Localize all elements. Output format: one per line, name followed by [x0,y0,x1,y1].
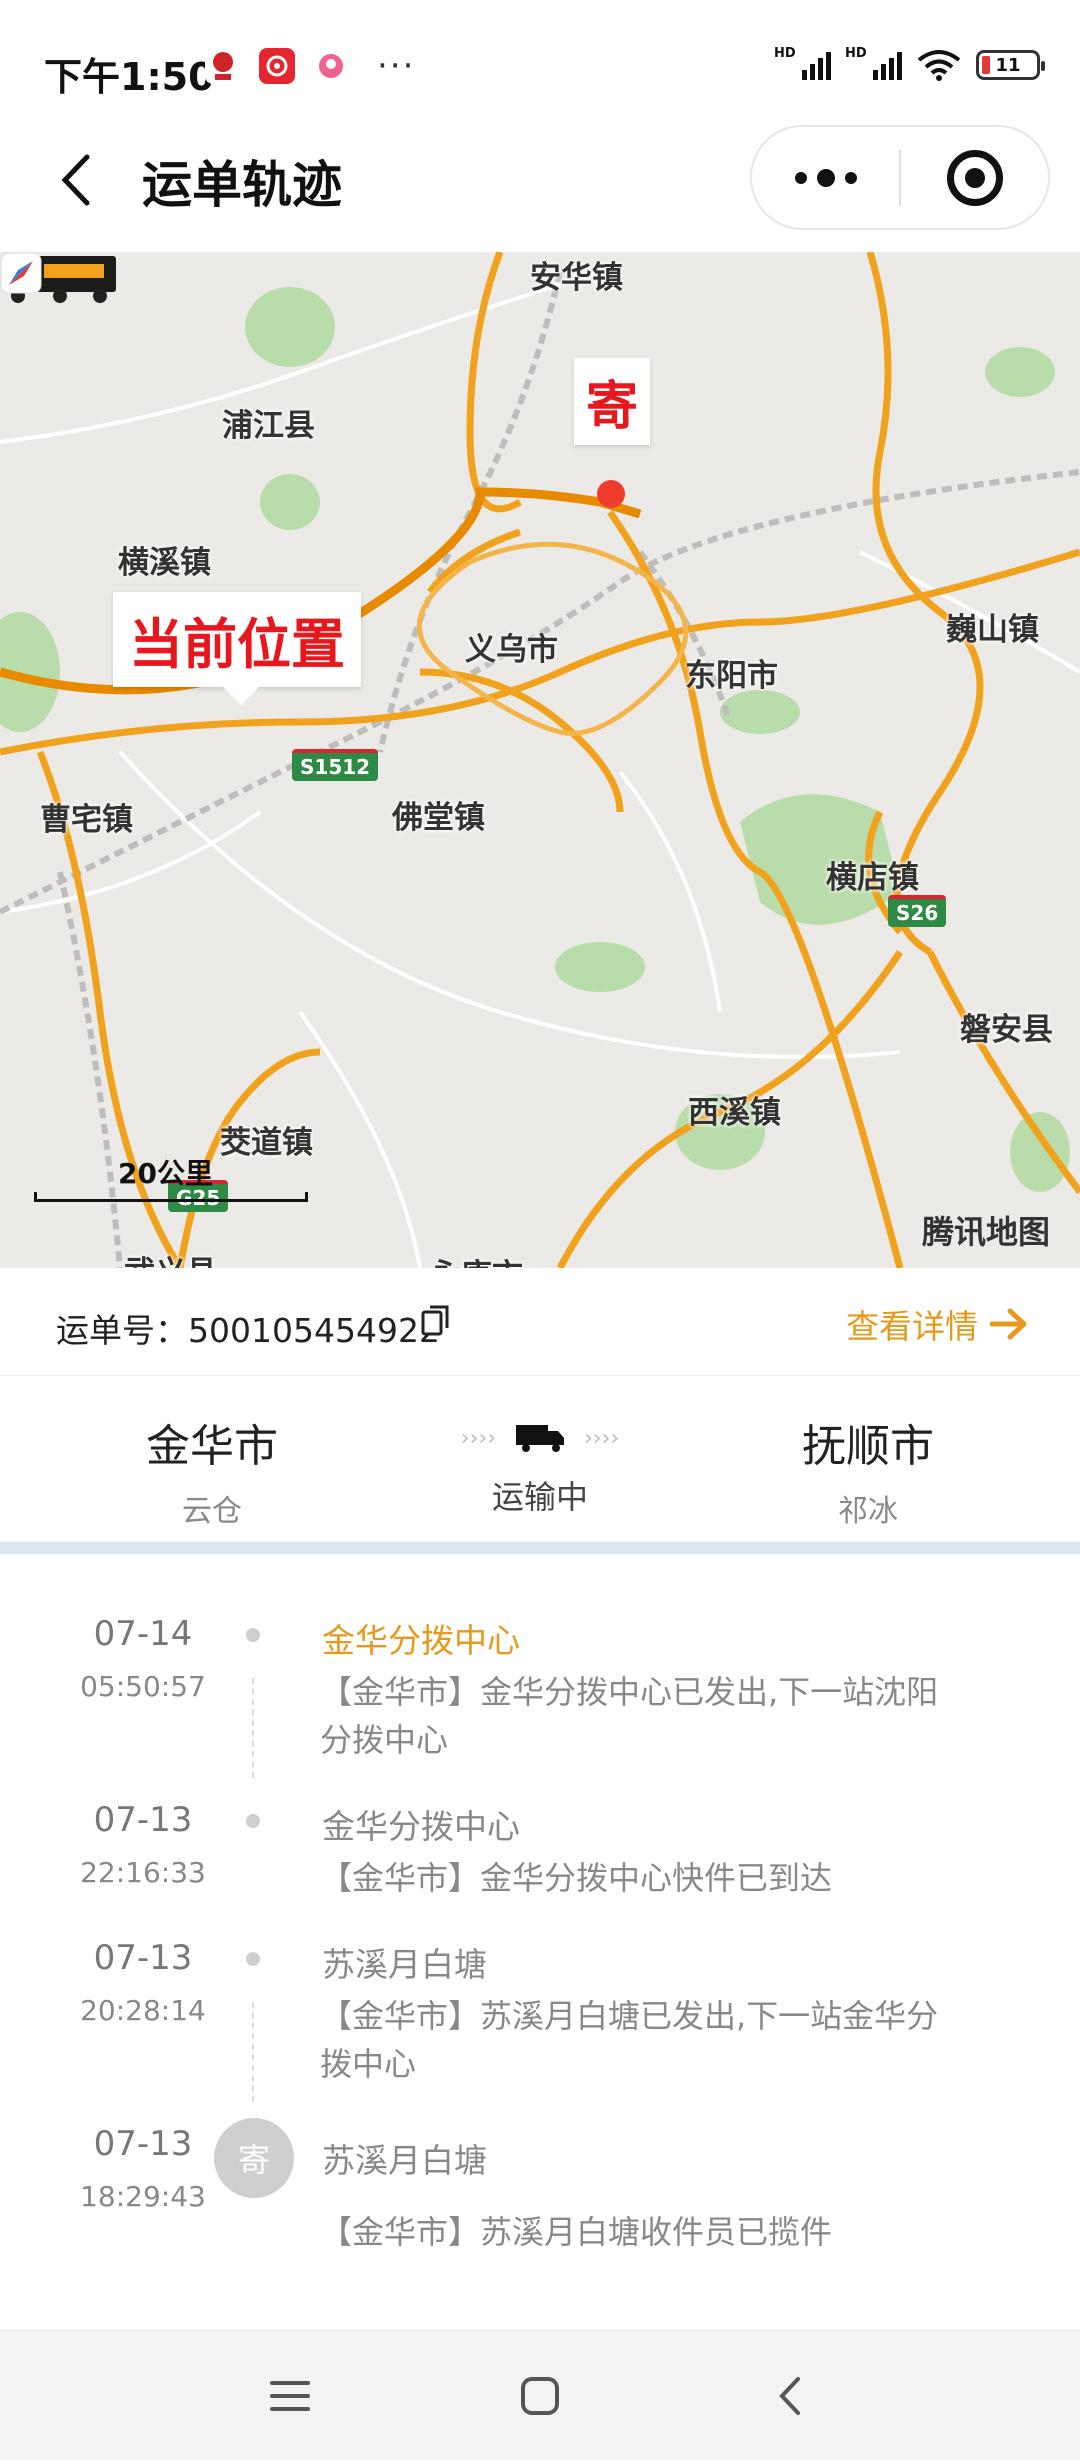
send-location-label: 寄 [574,358,651,445]
target-icon [946,149,1003,206]
timeline-date: 07-13 [93,2124,193,2164]
timeline-time: 22:16:33 [80,1856,206,1889]
timeline-title: 金华分拨中心 [322,1621,520,1660]
map-label: 安华镇 [530,260,623,296]
map-scale-label: 20公里 [118,1157,213,1190]
map-label: 浦江县 [222,408,315,444]
back-button[interactable] [46,145,106,215]
timeline-time: 05:50:57 [80,1670,206,1703]
menu-button[interactable] [260,2366,320,2426]
map-label: 茭道镇 [220,1125,313,1161]
app-notification-icon [205,48,241,84]
system-navigation-bar [0,2330,1080,2460]
page-title: 运单轨迹 [142,156,342,214]
close-miniprogram-button[interactable] [901,127,1048,228]
timeline-description: 【金华市】金华分拨中心快件已到达 [320,1859,833,1897]
origin: 金华市 云仓 [82,1410,342,1530]
origin-sender: 云仓 [182,1494,242,1529]
destination-recipient: 祁冰 [838,1494,898,1529]
wifi-icon [917,50,961,81]
map-label: 永康市 [430,1250,523,1268]
battery-icon: 11 [976,50,1045,80]
timeline-title: 苏溪月白塘 [322,2141,487,2180]
section-divider [0,1542,1080,1554]
menu-icon [270,2381,310,2411]
view-details-link[interactable]: 查看详情 [846,1300,1028,1348]
origin-city: 金华市 [146,1421,278,1472]
map-label: 横店镇 [826,860,919,896]
signal-icon: HD [774,46,831,80]
timeline-dot [246,1952,260,1966]
timeline-connector [252,1678,254,1778]
signal-icon: HD [845,46,902,80]
chevrons-icon: ›››› [584,1425,620,1451]
more-notifications-icon: ··· [377,46,416,86]
transit-status-label: 运输中 [491,1478,588,1516]
chevrons-icon: ›››› [460,1425,496,1451]
status-time: 下午1:50 [44,55,215,99]
map-label: 佛堂镇 [392,800,485,836]
destination: 抚顺市 祁冰 [738,1410,998,1530]
timeline-connector [252,2002,254,2102]
miniprogram-capsule [750,125,1050,230]
timeline-dot [246,1628,260,1642]
more-dots-icon [794,168,857,187]
timeline-date: 07-14 [93,1614,193,1654]
timeline-dot [246,1814,260,1828]
map-scale-bar [34,1192,308,1202]
waybill-value: 500105454922 [188,1311,440,1350]
notification-icons: ··· [205,46,415,86]
map-label: 巍山镇 [946,612,1039,648]
road-badge: S26 [888,895,947,927]
waybill-row: 运单号：500105454922 查看详情 [0,1268,1080,1376]
waybill-number: 运单号：500105454922 [56,1304,440,1352]
arrow-right-icon [990,1308,1027,1340]
timeline-date: 07-13 [93,1938,193,1978]
route-summary: 金华市 云仓 ›››› ›››› 运输中 抚顺市 祁冰 [0,1376,1080,1542]
timeline-description: 【金华市】苏溪月白塘收件员已揽件 [320,2213,833,2251]
map-label: 义乌市 [465,632,558,668]
map-label: 磐安县 [960,1012,1053,1048]
map-label: 曹宅镇 [40,802,133,838]
timeline-time: 20:28:14 [80,1994,206,2027]
tracking-timeline: 07-14 05:50:57 金华分拨中心 【金华市】金华分拨中心已发出,下一站… [0,1554,1080,2330]
app-notification-icon [313,48,349,84]
timeline-description: 【金华市】苏溪月白塘已发出,下一站金华分拨中心 [320,1997,939,2083]
home-button[interactable] [510,2366,570,2426]
timeline-time: 18:29:43 [80,2180,206,2213]
timeline-title: 苏溪月白塘 [322,1945,487,1984]
copy-icon[interactable] [420,1302,452,1338]
send-location-marker [597,480,625,508]
view-details-label: 查看详情 [846,1307,978,1346]
chevron-left-icon [61,154,90,206]
road-badge: S1512 [292,749,379,781]
map-label: 西溪镇 [688,1095,781,1131]
sent-badge-icon: 寄 [214,2118,294,2198]
map-label: 武义县 [124,1247,217,1268]
back-nav-button[interactable] [760,2366,820,2426]
map-provider-logo: 腾讯地图 [922,1213,1051,1251]
system-status-icons: HD HD 11 [774,46,1045,82]
timeline-date: 07-13 [93,1800,193,1840]
compass-logo-icon [0,252,42,294]
home-square-icon [521,2377,559,2415]
map-base [0,252,1080,1268]
truck-small-icon [516,1425,564,1452]
map-label: 横溪镇 [118,545,211,581]
timeline-title: 金华分拨中心 [322,1807,520,1846]
map-label: 东阳市 [685,658,778,694]
current-location-label: 当前位置 [113,592,361,705]
app-notification-icon [259,48,295,84]
tracking-map[interactable]: 安华镇 浦江县 横溪镇 义乌市 东阳市 巍山镇 曹宅镇 佛堂镇 横店镇 磐安县 … [0,252,1080,1268]
chevron-left-icon [779,2377,800,2415]
timeline-description: 【金华市】金华分拨中心已发出,下一站沈阳分拨中心 [320,1673,939,1759]
waybill-label: 运单号： [56,1311,188,1350]
destination-city: 抚顺市 [802,1421,934,1472]
more-options-button[interactable] [752,127,899,228]
transit-status: ›››› ›››› 运输中 [410,1416,670,1518]
navigation-header: 运单轨迹 [0,115,1080,250]
